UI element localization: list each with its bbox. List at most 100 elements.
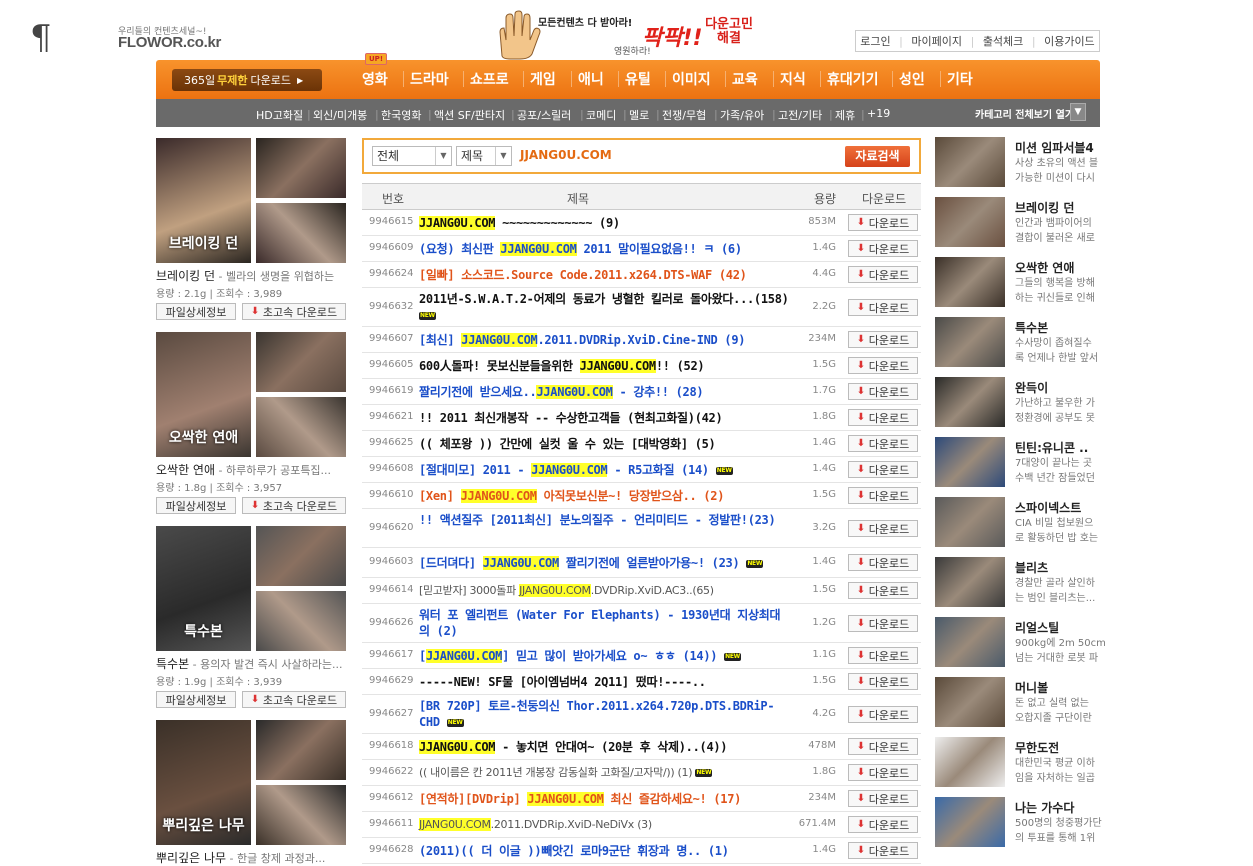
ranking-title[interactable]: 머니볼 [1015, 679, 1048, 696]
ranking-title[interactable]: 스파이넥스트 [1015, 499, 1081, 516]
site-name[interactable]: FLOWOR.co.kr [118, 34, 221, 51]
ranking-item[interactable]: 오싹한 연애 그들의 행복을 방해 하는 귀신들로 인해 [935, 257, 1105, 309]
movie-still[interactable] [256, 332, 346, 392]
nav-item[interactable]: 기타 [947, 69, 973, 89]
movie-still[interactable] [256, 138, 346, 198]
row-title-link[interactable]: [JJANG0U.COM] 믿고 많이 받아가세요 o~ ㅎㅎ (14)) NE… [419, 648, 789, 664]
row-title-link[interactable]: [드더뎌다] JJANG0U.COM 짤리기전에 얼른받아가용~! (23) N… [419, 555, 789, 571]
download-button[interactable]: ⬇ 다운로드 [848, 299, 918, 316]
ranking-thumbnail[interactable] [935, 317, 1005, 367]
nav-item[interactable]: 드라마 [410, 69, 449, 89]
ranking-thumbnail[interactable] [935, 797, 1005, 847]
ranking-item[interactable]: 미션 임파서블4 사상 초유의 액션 블 가능한 미션이 다시 [935, 137, 1105, 189]
ranking-title[interactable]: 오싹한 연애 [1015, 259, 1074, 276]
nav-item[interactable]: 성인 [899, 69, 925, 89]
download-button[interactable]: ⬇ 다운로드 [848, 461, 918, 478]
download-button[interactable]: ⬇ 다운로드 [848, 240, 918, 257]
movie-still[interactable] [256, 526, 346, 586]
nav-item[interactable]: 영화 [362, 69, 388, 89]
movie-poster[interactable]: 브레이킹 던 [156, 138, 251, 263]
movie-title[interactable]: 뿌리깊은 나무 - 한글 창제 과정과... [156, 849, 346, 866]
row-title-link[interactable]: !! 액션질주 [2011최신] 분노의질주 - 언리미티드 - 정발판!(23… [419, 512, 789, 528]
ranking-item[interactable]: 틴틴:유니콘 .. 7대양이 끝나는 곳 수백 년간 잠들었던 [935, 437, 1105, 489]
ranking-title[interactable]: 나는 가수다 [1015, 799, 1074, 816]
ranking-thumbnail[interactable] [935, 677, 1005, 727]
ranking-item[interactable]: 완득이 가난하고 불우한 가 정환경에 공부도 못 [935, 377, 1105, 429]
row-title-link[interactable]: (( 내이름은 칸 2011년 개봉장 감동실화 고화질/고자막/)) (1) … [419, 765, 789, 781]
subnav-item[interactable]: 외신/미개봉 [313, 107, 367, 123]
ranking-item[interactable]: 나는 가수다 500명의 청중평가단 의 투표를 통해 1위 [935, 797, 1105, 849]
row-title-link[interactable]: 짤리기전에 받으세요..JJANG0U.COM - 강추!! (28) [419, 384, 789, 400]
unlimited-download-button[interactable]: 365일 무제한 다운로드 ▶ [172, 69, 322, 91]
ranking-thumbnail[interactable] [935, 257, 1005, 307]
scope-select[interactable]: 전체 ▼ [372, 146, 452, 166]
login-link[interactable]: 로그인 [860, 33, 890, 49]
ranking-title[interactable]: 특수본 [1015, 319, 1048, 336]
movie-poster[interactable]: 뿌리깊은 나무 [156, 720, 251, 845]
row-title-link[interactable]: [일빠] 소스코드.Source Code.2011.x264.DTS-WAF … [419, 267, 789, 283]
row-title-link[interactable]: [최신] JJANG0U.COM.2011.DVDRip.XviD.Cine-I… [419, 332, 789, 348]
ranking-thumbnail[interactable] [935, 197, 1005, 247]
download-button[interactable]: ⬇ 다운로드 [848, 214, 918, 231]
row-title-link[interactable]: [절대미모] 2011 - JJANG0U.COM - R5고화질 (14) N… [419, 462, 789, 478]
row-title-link[interactable]: 워터 포 엘리펀트 (Water For Elephants) - 1930년대… [419, 607, 789, 639]
download-button[interactable]: ⬇ 다운로드 [848, 615, 918, 632]
file-info-button[interactable]: 파일상세정보 [156, 497, 236, 514]
download-button[interactable]: ⬇ 다운로드 [848, 331, 918, 348]
download-button[interactable]: ⬇ 다운로드 [848, 266, 918, 283]
download-button[interactable]: ⬇ 다운로드 [848, 357, 918, 374]
subnav-item[interactable]: 액션 SF/판타지 [434, 107, 505, 123]
movie-still[interactable] [256, 397, 346, 457]
download-button[interactable]: ⬇ 다운로드 [848, 409, 918, 426]
download-button[interactable]: ⬇ 다운로드 [848, 816, 918, 833]
ranking-item[interactable]: 특수본 수사망이 좁혀질수 록 언제나 한발 앞서 [935, 317, 1105, 369]
movie-still[interactable] [256, 591, 346, 651]
nav-item[interactable]: 게임 [530, 69, 556, 89]
subnav-item[interactable]: HD고화질 [256, 107, 303, 123]
movie-still[interactable] [256, 785, 346, 845]
ranking-thumbnail[interactable] [935, 497, 1005, 547]
download-button[interactable]: ⬇ 다운로드 [848, 554, 918, 571]
download-button[interactable]: ⬇ 다운로드 [848, 706, 918, 723]
ranking-title[interactable]: 무한도전 [1015, 739, 1059, 756]
row-title-link[interactable]: -----NEW! SF물 [아이엠넘버4 2Q11] 떴따!----.. [419, 674, 789, 690]
download-button[interactable]: ⬇ 다운로드 [848, 764, 918, 781]
fast-download-button[interactable]: ⬇ 초고속 다운로드 [242, 497, 346, 514]
row-title-link[interactable]: (( 체포왕 )) 간만에 실컷 울 수 있는 [대박영화] (5) [419, 436, 789, 452]
file-info-button[interactable]: 파일상세정보 [156, 691, 236, 708]
download-button[interactable]: ⬇ 다운로드 [848, 738, 918, 755]
row-title-link[interactable]: (2011)(( 더 이글 ))빼앗긴 로마9군단 휘장과 명.. (1) [419, 843, 789, 859]
row-title-link[interactable]: !! 2011 최신개봉작 -- 수상한고객들 (현최고화질)(42) [419, 410, 789, 426]
row-title-link[interactable]: (요청) 최신판 JJANG0U.COM 2011 말이필요없음!! ㅋ (6) [419, 241, 789, 257]
ranking-item[interactable]: 브레이킹 던 인간과 뱀파이어의 결합이 불러온 새로 [935, 197, 1105, 249]
download-button[interactable]: ⬇ 다운로드 [848, 647, 918, 664]
nav-item[interactable]: 휴대기기 [827, 69, 879, 89]
ranking-item[interactable]: 무한도전 대한민국 평균 이하 임을 자처하는 일곱 [935, 737, 1105, 789]
guide-link[interactable]: 이용가이드 [1044, 33, 1095, 49]
subnav-item[interactable]: +19 [867, 107, 890, 120]
chevron-down-icon[interactable]: ▼ [1070, 103, 1086, 121]
movie-still[interactable] [256, 720, 346, 780]
ranking-thumbnail[interactable] [935, 737, 1005, 787]
row-title-link[interactable]: [연적하][DVDrip] JJANG0U.COM 최신 즐감하세요~! (17… [419, 791, 789, 807]
subnav-item[interactable]: 코메디 [586, 107, 616, 123]
ranking-title[interactable]: 블리츠 [1015, 559, 1048, 576]
ranking-thumbnail[interactable] [935, 437, 1005, 487]
search-input[interactable]: JJANG0U.COM [520, 148, 612, 162]
nav-item[interactable]: 교육 [732, 69, 758, 89]
ranking-title[interactable]: 틴틴:유니콘 .. [1015, 439, 1088, 456]
download-button[interactable]: ⬇ 다운로드 [848, 435, 918, 452]
row-title-link[interactable]: [믿고받자] 3000돌파 JJANG0U.COM.DVDRip.XviD.AC… [419, 583, 789, 599]
ranking-thumbnail[interactable] [935, 137, 1005, 187]
row-title-link[interactable]: JJANG0U.COM.2011.DVDRip.XviD-NeDiVx (3) [419, 817, 789, 833]
download-button[interactable]: ⬇ 다운로드 [848, 520, 918, 537]
movie-title[interactable]: 특수본 - 용의자 발견 즉시 사살하라는... [156, 655, 346, 672]
row-title-link[interactable]: JJANG0U.COM ~~~~~~~~~~~~~ (9) [419, 215, 789, 231]
subnav-item[interactable]: 고전/기타 [778, 107, 822, 123]
movie-poster[interactable]: 특수본 [156, 526, 251, 651]
subnav-item[interactable]: 한국영화 [381, 107, 421, 123]
ranking-item[interactable]: 머니볼 돈 없고 실력 없는 오합지졸 구단이란 [935, 677, 1105, 729]
category-all-link[interactable]: 카테고리 전체보기 열기 [975, 106, 1074, 121]
ranking-item[interactable]: 블리츠 경찰만 골라 살인하 는 범인 블리츠는... [935, 557, 1105, 609]
fast-download-button[interactable]: ⬇ 초고속 다운로드 [242, 303, 346, 320]
